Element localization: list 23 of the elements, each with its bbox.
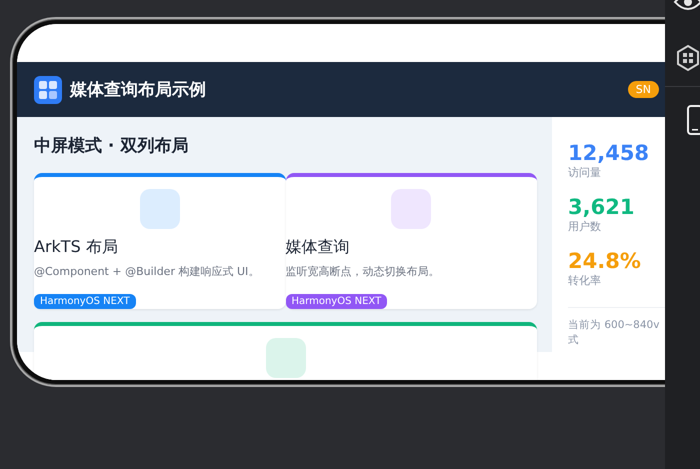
grid-icon[interactable] [676, 44, 700, 72]
breakpoint-caption: 式 [568, 333, 580, 348]
card-tile-icon [140, 189, 180, 229]
card-tag: HarmonyOS NEXT [286, 294, 388, 309]
app-title: 媒体查询布局示例 [70, 79, 206, 101]
app-icon [34, 76, 62, 104]
card-title: 媒体查询 [286, 237, 350, 258]
breakpoint-caption: 当前为 600~840v [568, 318, 660, 333]
stat-label: 转化率 [568, 273, 602, 288]
card-title: ArkTS 布局 [34, 237, 119, 258]
stat-value: 24.8% [568, 249, 642, 273]
section-heading: 中屏模式 · 双列布局 [34, 135, 190, 157]
mode-badge: SN [628, 81, 659, 98]
stat-value: 12,458 [568, 141, 650, 165]
stat-label: 访问量 [568, 165, 602, 180]
card-description: @Component + @Builder 构建响应式 UI。 [34, 264, 260, 279]
card-tile-icon [391, 189, 432, 229]
card-tag: HarmonyOS NEXT [34, 294, 136, 309]
card-tile-icon [266, 338, 306, 378]
card-description: 监听宽高断点，动态切换布局。 [286, 264, 440, 279]
phone-icon[interactable] [687, 105, 700, 135]
stat-label: 用户数 [568, 219, 602, 234]
stat-value: 3,621 [568, 195, 636, 219]
